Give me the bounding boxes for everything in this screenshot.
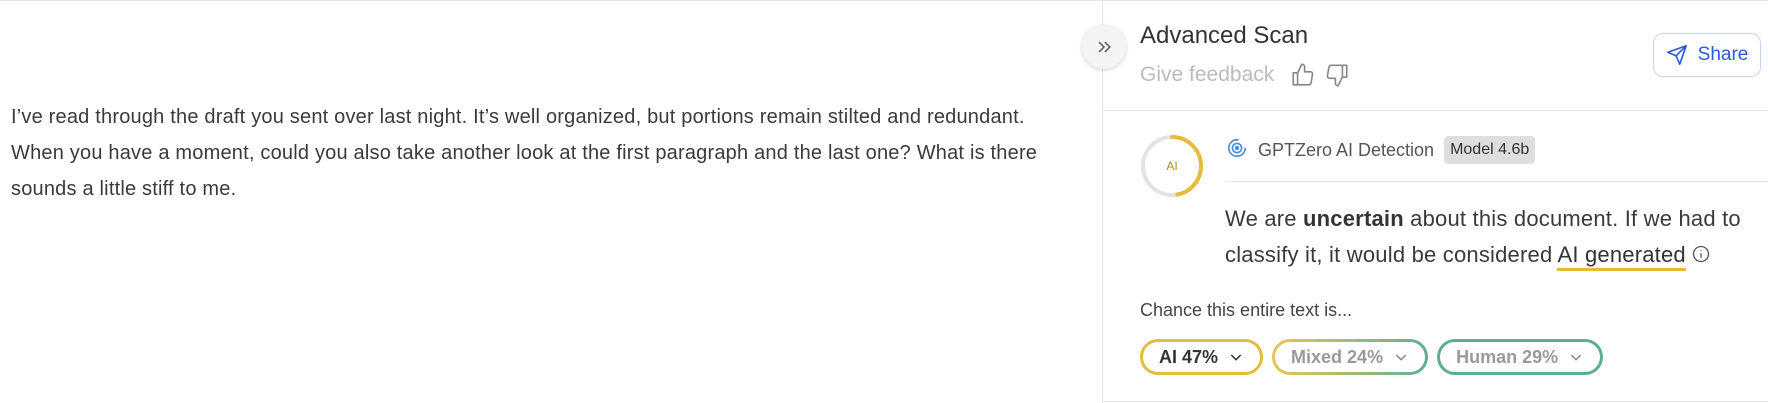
chevron-down-icon (1230, 354, 1242, 361)
target-icon (1226, 137, 1248, 164)
ai-generated-link[interactable]: AI generated (1557, 242, 1686, 271)
ai-score-ring: AI (1140, 134, 1204, 198)
chance-label: Chance this entire text is... (1140, 300, 1353, 320)
chevrons-right-icon (1098, 41, 1111, 53)
detection-underline (1225, 181, 1768, 182)
ai-probability-pill[interactable]: AI 47% (1140, 339, 1264, 375)
collapse-panel-button[interactable] (1082, 25, 1126, 69)
detection-row: GPTZero AI Detection Model 4.6b (1226, 136, 1536, 164)
panel-title: Advanced Scan (1140, 22, 1309, 49)
thumbs-down-icon[interactable] (1322, 60, 1352, 90)
send-icon (1666, 45, 1687, 65)
info-icon[interactable] (1692, 238, 1710, 274)
verdict-bold: uncertain (1303, 206, 1404, 231)
verdict-pre: We are (1225, 206, 1304, 231)
editor-text[interactable]: I’ve read through the draft you sent ove… (11, 99, 1046, 207)
detection-label: GPTZero AI Detection (1258, 139, 1435, 160)
chevron-down-icon (1570, 354, 1582, 361)
feedback-row: Give feedback (1140, 60, 1356, 90)
human-probability-pill[interactable]: Human 29% (1437, 339, 1604, 375)
ring-label: AI (1166, 159, 1178, 173)
share-button[interactable]: Share (1653, 33, 1761, 77)
mixed-probability-pill[interactable]: Mixed 24% (1272, 339, 1428, 375)
verdict-text: We are uncertain about this document. If… (1225, 201, 1765, 274)
text-editor[interactable]: I’ve read through the draft you sent ove… (0, 1, 1102, 403)
model-badge: Model 4.6b (1444, 136, 1536, 164)
human-pill-label: Human 29% (1456, 346, 1559, 367)
ai-pill-label: AI 47% (1159, 346, 1219, 367)
feedback-label: Give feedback (1140, 63, 1275, 86)
thumbs-up-icon[interactable] (1288, 60, 1318, 90)
mixed-pill-label: Mixed 24% (1291, 346, 1384, 367)
share-label: Share (1697, 44, 1749, 65)
probability-pills: AI 47% Mixed 24% Human 29% (1140, 339, 1604, 375)
bottom-separator (1103, 401, 1768, 402)
chevron-down-icon (1395, 354, 1407, 361)
header-separator (1103, 110, 1768, 111)
scan-panel: Advanced Scan Give feedback Share AI GPT… (1103, 0, 1768, 403)
